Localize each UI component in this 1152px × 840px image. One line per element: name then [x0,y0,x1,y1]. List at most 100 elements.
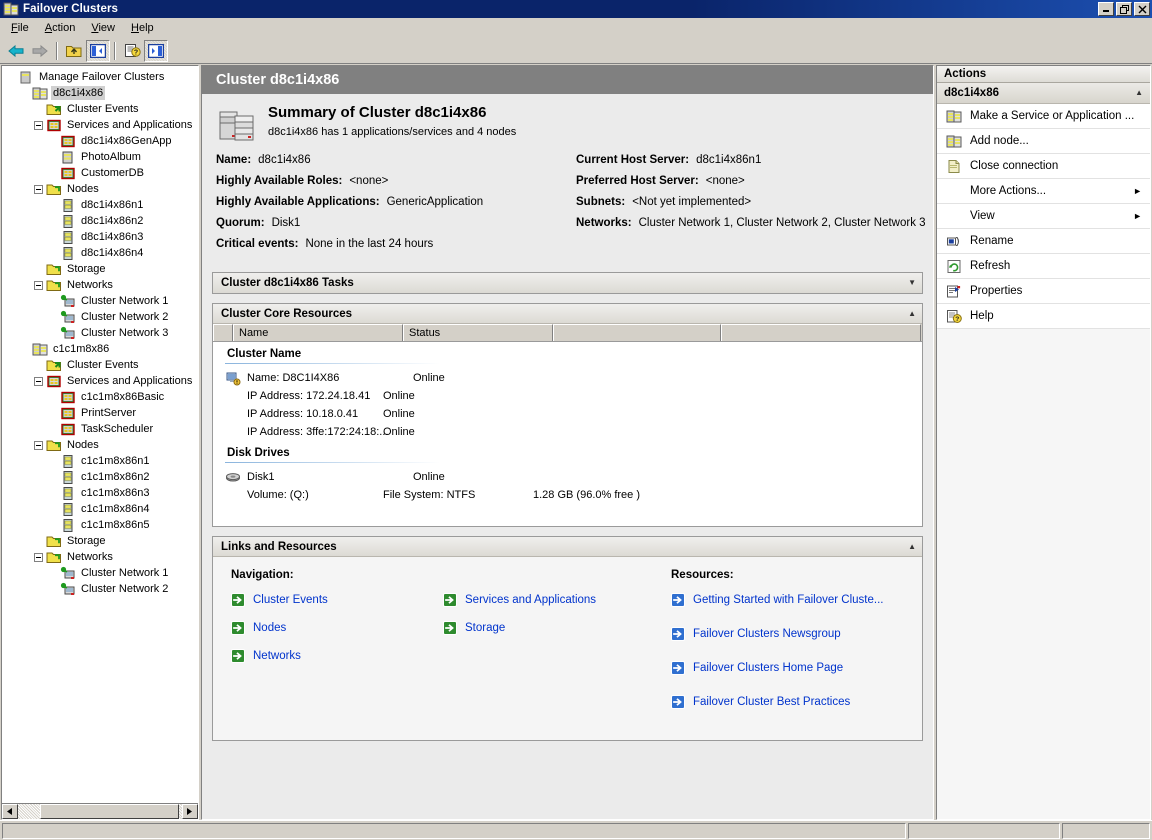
actions-group-header[interactable]: d8c1i4x86 ▲ [937,83,1150,104]
tree-item-c1c1m8x86[interactable]: c1c1m8x86 [4,341,198,357]
table-row[interactable]: IP Address: 172.24.18.41 Online [213,387,922,405]
link-label[interactable]: Getting Started with Failover Cluste... [693,594,883,606]
tree-item-networks[interactable]: Networks [4,277,198,293]
tree-item-services-and-applications[interactable]: Services and Applications [4,373,198,389]
link-row[interactable]: Nodes [231,618,443,637]
action-item-add-node[interactable]: Add node... [937,129,1150,154]
chevron-down-icon[interactable]: ▼ [908,279,916,287]
collapse-toggle-icon[interactable] [32,439,45,452]
links-and-resources-header[interactable]: Links and Resources ▲ [213,537,922,557]
link-label[interactable]: Services and Applications [465,594,596,606]
tree-item-d8c1i4x86genapp[interactable]: d8c1i4x86GenApp [4,133,198,149]
collapse-toggle-icon[interactable] [32,119,45,132]
link-row[interactable]: Failover Clusters Newsgroup [671,624,922,643]
menu-help[interactable]: Help [123,20,162,36]
tree-item-manage-failover-clusters[interactable]: Manage Failover Clusters [4,69,198,85]
tree-item-d8c1i4x86n4[interactable]: d8c1i4x86n4 [4,245,198,261]
tree-item-customerdb[interactable]: CustomerDB [4,165,198,181]
scroll-track[interactable] [18,804,182,819]
show-hide-tree-icon[interactable] [86,39,110,62]
link-row[interactable]: Cluster Events [231,590,443,609]
collapse-toggle-icon[interactable] [32,279,45,292]
cluster-tasks-panel[interactable]: Cluster d8c1i4x86 Tasks ▼ [212,272,923,294]
help-icon[interactable]: ? [120,40,144,62]
action-item-more-actions[interactable]: More Actions... ► [937,179,1150,204]
table-row[interactable]: IP Address: 3ffe:172:24:18:... Online [213,423,922,441]
link-label[interactable]: Storage [465,622,505,634]
minimize-button[interactable] [1098,2,1114,16]
tree-item-c1c1m8x86n3[interactable]: c1c1m8x86n3 [4,485,198,501]
link-row[interactable]: Failover Cluster Best Practices [671,692,922,711]
column-header-name[interactable]: Name [233,324,403,341]
up-one-level-icon[interactable] [62,40,86,62]
tree-item-nodes[interactable]: Nodes [4,437,198,453]
tree-item-c1c1m8x86basic[interactable]: c1c1m8x86Basic [4,389,198,405]
tree-item-services-and-applications[interactable]: Services and Applications [4,117,198,133]
table-row[interactable]: IP Address: 10.18.0.41 Online [213,405,922,423]
tree-item-cluster-network-1[interactable]: Cluster Network 1 [4,293,198,309]
action-item-view[interactable]: View ► [937,204,1150,229]
scroll-thumb[interactable] [40,804,179,819]
tree-item-c1c1m8x86n2[interactable]: c1c1m8x86n2 [4,469,198,485]
column-header-blank[interactable] [721,324,921,341]
tree-item-storage[interactable]: Storage [4,261,198,277]
chevron-up-icon[interactable]: ▲ [908,309,916,318]
tree-item-c1c1m8x86n5[interactable]: c1c1m8x86n5 [4,517,198,533]
tree-item-c1c1m8x86n4[interactable]: c1c1m8x86n4 [4,501,198,517]
link-row[interactable]: Networks [231,646,443,665]
column-header-blank[interactable] [553,324,721,341]
action-item-close-connection[interactable]: Close connection [937,154,1150,179]
link-row[interactable]: Services and Applications [443,590,671,609]
link-row[interactable]: Getting Started with Failover Cluste... [671,590,922,609]
tree-item-cluster-network-2[interactable]: Cluster Network 2 [4,309,198,325]
tree-item-cluster-events[interactable]: Cluster Events [4,101,198,117]
tree-item-d8c1i4x86n3[interactable]: d8c1i4x86n3 [4,229,198,245]
tree-item-nodes[interactable]: Nodes [4,181,198,197]
table-row[interactable]: Volume: (Q:) File System: NTFS 1.28 GB (96… [213,486,922,504]
table-row[interactable]: Name: D8C1I4X86 Online [213,369,922,387]
tree-horizontal-scrollbar[interactable] [2,803,198,819]
console-tree[interactable]: Manage Failover Clusters d8c1i4x86 Cluster… [2,66,198,803]
link-label[interactable]: Networks [253,650,301,662]
chevron-up-icon-actions[interactable]: ▲ [1135,89,1143,97]
link-label[interactable]: Cluster Events [253,594,328,606]
link-label[interactable]: Failover Clusters Home Page [693,662,843,674]
tree-item-c1c1m8x86n1[interactable]: c1c1m8x86n1 [4,453,198,469]
tree-item-printserver[interactable]: PrintServer [4,405,198,421]
link-row[interactable]: Failover Clusters Home Page [671,658,922,677]
link-label[interactable]: Failover Clusters Newsgroup [693,628,841,640]
link-label[interactable]: Failover Cluster Best Practices [693,696,850,708]
back-icon[interactable] [4,40,28,62]
menu-action[interactable]: Action [37,20,84,36]
tree-item-d8c1i4x86n1[interactable]: d8c1i4x86n1 [4,197,198,213]
link-row[interactable]: Storage [443,618,671,637]
column-header-status[interactable]: Status [403,324,553,341]
tree-item-cluster-events[interactable]: Cluster Events [4,357,198,373]
collapse-toggle-icon[interactable] [32,375,45,388]
restore-button[interactable] [1116,2,1132,16]
tree-item-storage[interactable]: Storage [4,533,198,549]
action-item-make-a-service-or-application[interactable]: Make a Service or Application ... [937,104,1150,129]
column-header-blank[interactable] [213,324,233,341]
action-item-refresh[interactable]: Refresh [937,254,1150,279]
scroll-left-button[interactable] [2,804,18,819]
close-button[interactable] [1134,2,1150,16]
cluster-tasks-panel-header[interactable]: Cluster d8c1i4x86 Tasks ▼ [213,273,922,293]
tree-item-cluster-network-2[interactable]: Cluster Network 2 [4,581,198,597]
table-row[interactable]: Disk1 Online [213,468,922,486]
collapse-toggle-icon[interactable] [32,183,45,196]
tree-item-cluster-network-3[interactable]: Cluster Network 3 [4,325,198,341]
chevron-up-icon-links[interactable]: ▲ [908,542,916,551]
cluster-core-resources-header[interactable]: Cluster Core Resources ▲ [213,304,922,324]
link-label[interactable]: Nodes [253,622,286,634]
action-item-properties[interactable]: Properties [937,279,1150,304]
menu-view[interactable]: View [83,20,123,36]
tree-item-d8c1i4x86[interactable]: d8c1i4x86 [4,85,198,101]
tree-item-networks[interactable]: Networks [4,549,198,565]
collapse-toggle-icon[interactable] [32,551,45,564]
show-hide-action-pane-icon[interactable] [144,39,168,62]
tree-item-d8c1i4x86n2[interactable]: d8c1i4x86n2 [4,213,198,229]
action-item-help[interactable]: ? Help [937,304,1150,329]
table-column-headers[interactable]: Name Status [213,324,922,342]
tree-item-photoalbum[interactable]: PhotoAlbum [4,149,198,165]
